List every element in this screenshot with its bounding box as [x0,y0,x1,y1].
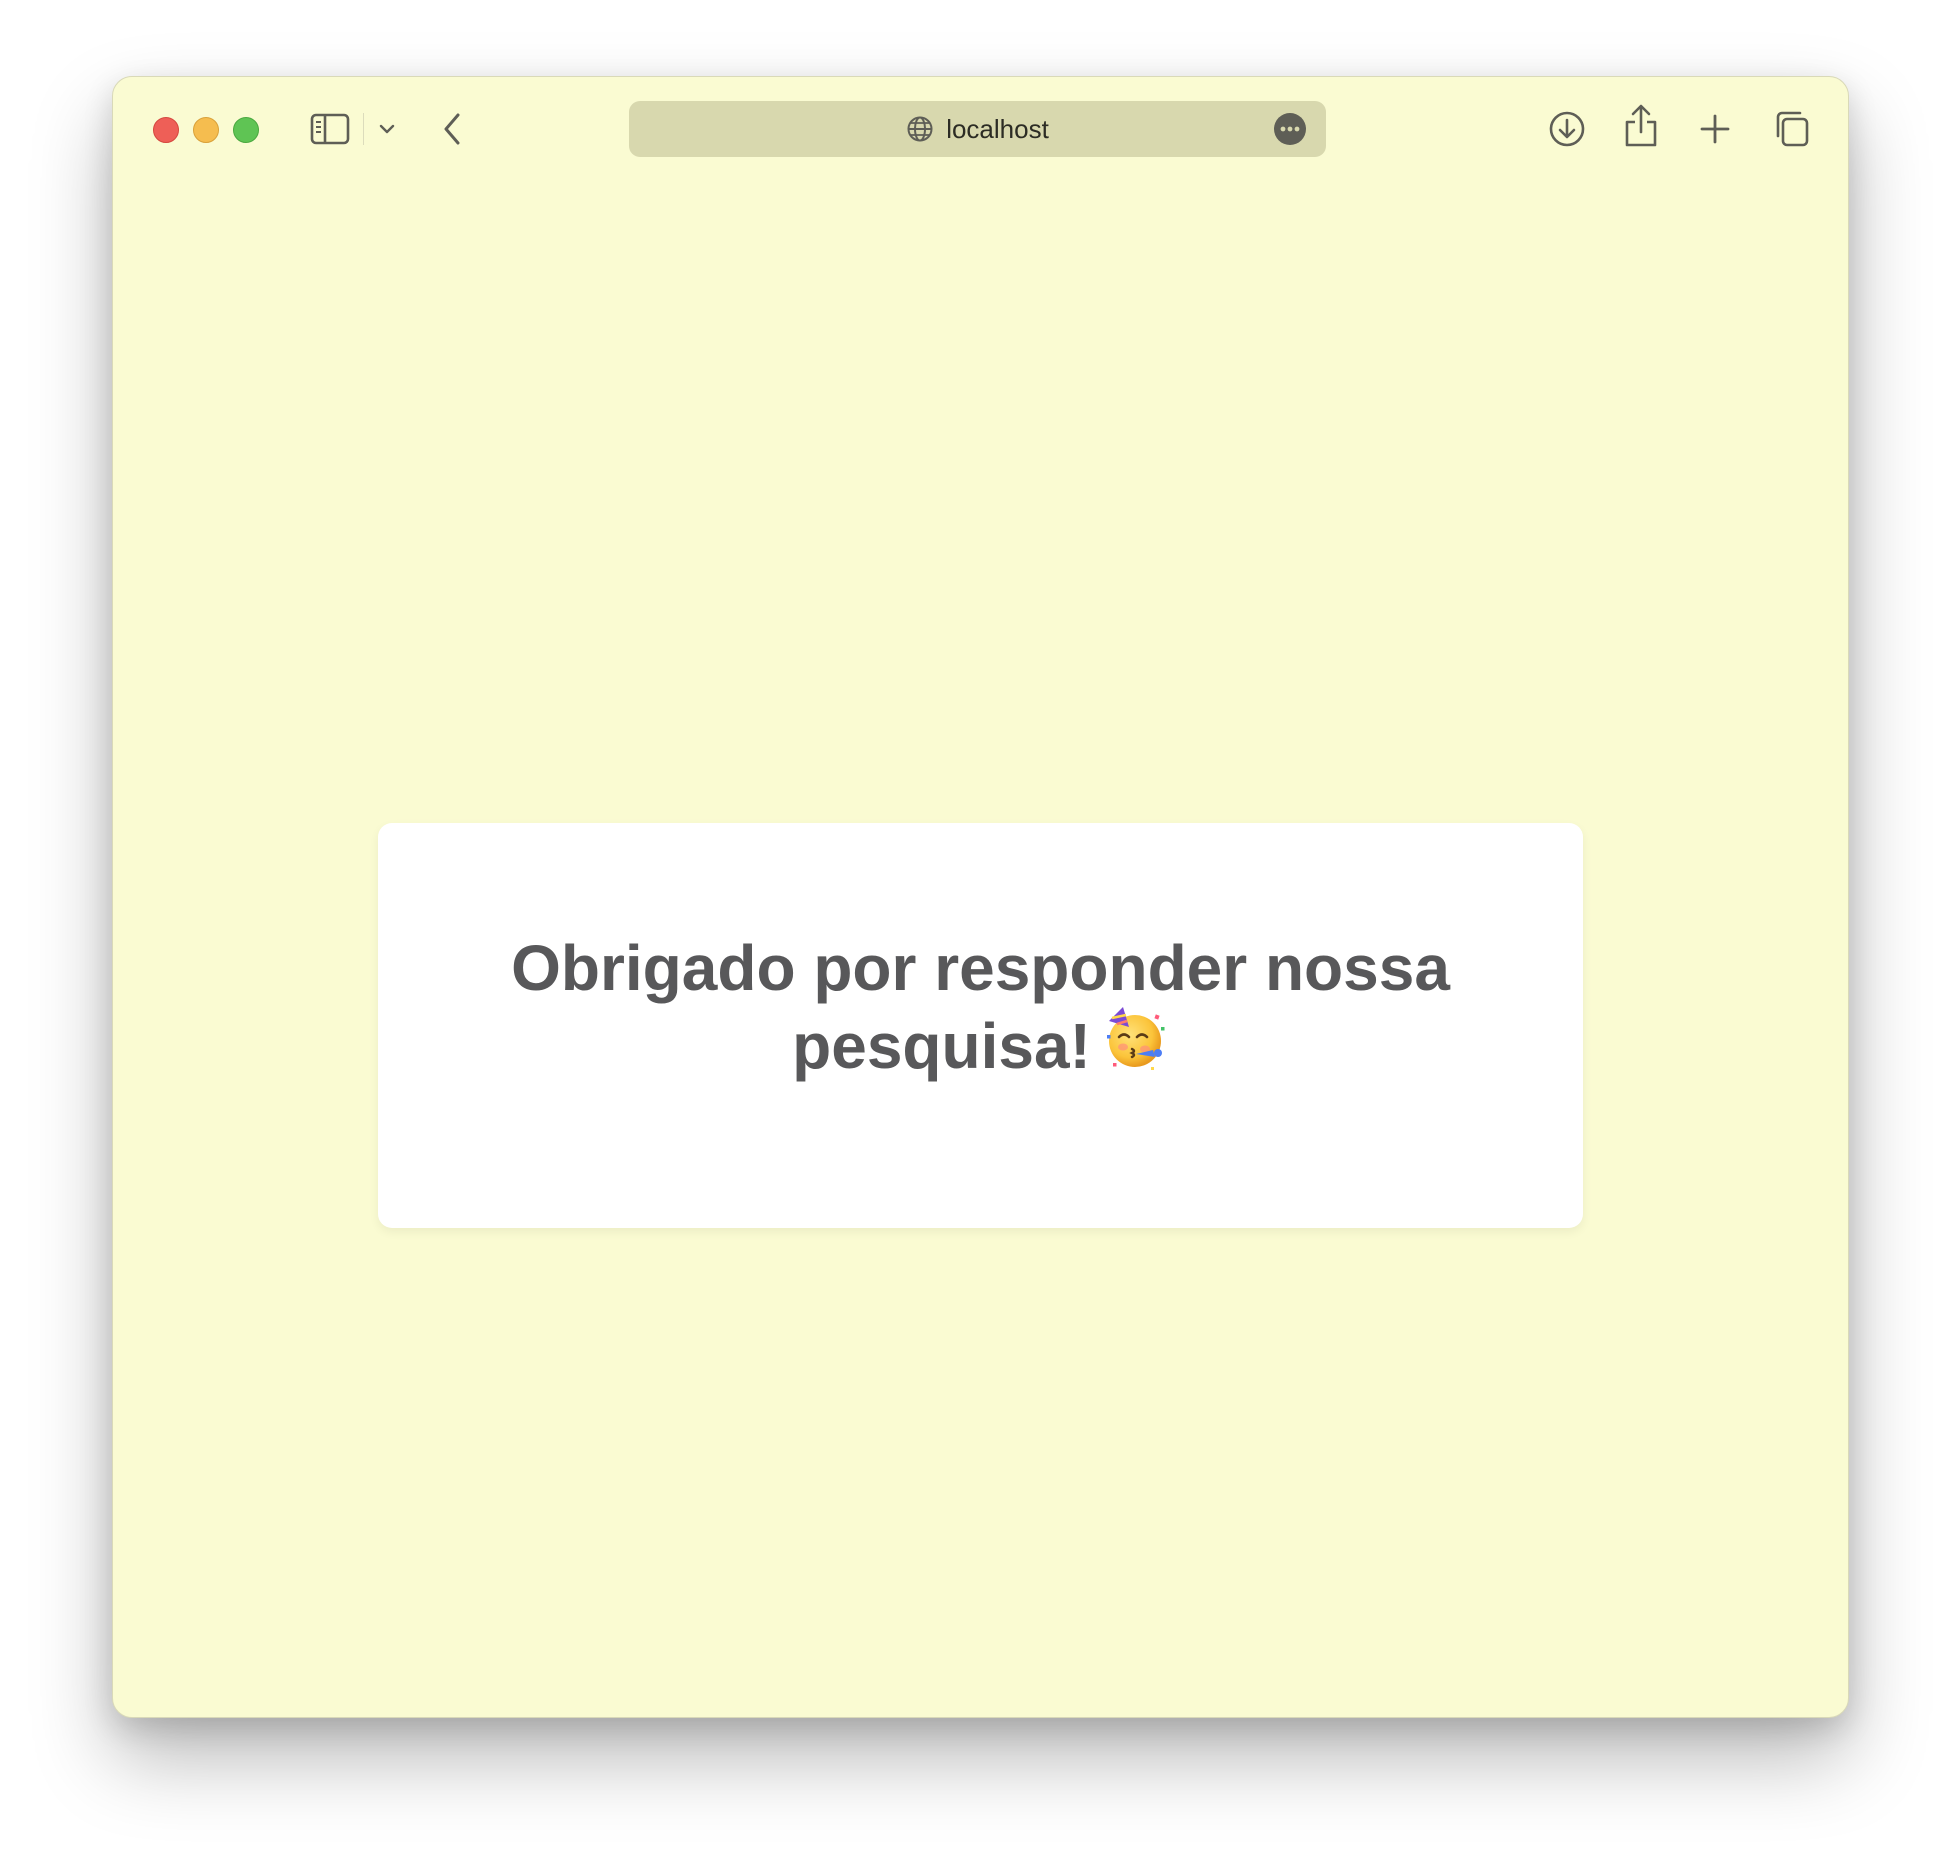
thank-you-message: Obrigado por responder nossa pesquisa! [478,929,1483,1093]
address-bar[interactable]: localhost [629,101,1326,157]
chevron-down-icon[interactable] [375,117,399,141]
download-icon[interactable] [1547,109,1587,149]
thank-you-text: Obrigado por responder nossa pesquisa! [511,931,1450,1082]
share-icon[interactable] [1623,103,1659,149]
browser-toolbar: localhost [113,77,1848,181]
page-content: Obrigado por responder nossa pesquisa! [113,181,1848,1717]
back-arrow-icon[interactable] [437,109,467,149]
toolbar-divider [363,113,364,145]
partying-face-icon [1103,1005,1169,1088]
plus-icon[interactable] [1697,111,1733,147]
browser-window: localhost Obrigado por responder nossa p… [112,76,1849,1718]
url-text: localhost [946,113,1049,144]
maximize-window-button[interactable] [233,117,259,143]
tabs-overview-icon[interactable] [1771,109,1811,149]
ellipsis-circle-icon[interactable] [1274,113,1306,145]
sidebar-icon[interactable] [309,111,351,147]
minimize-window-button[interactable] [193,117,219,143]
address-field[interactable]: localhost [629,101,1326,157]
thank-you-card: Obrigado por responder nossa pesquisa! [378,823,1583,1228]
close-window-button[interactable] [153,117,179,143]
globe-icon [906,115,934,143]
